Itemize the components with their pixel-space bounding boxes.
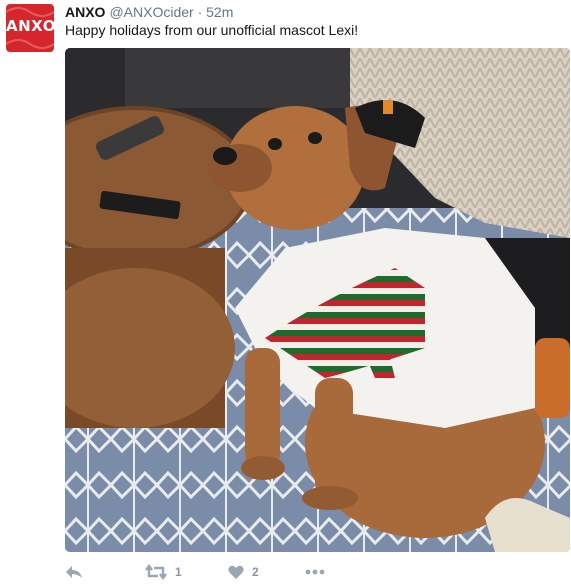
like-button[interactable]: 2 (228, 562, 259, 582)
tweet-header: ANXO @ANXOcider · 52m (65, 4, 233, 20)
like-count: 2 (252, 565, 259, 579)
more-options-button[interactable] (305, 562, 325, 582)
tweet-text: Happy holidays from our unofficial masco… (65, 22, 359, 38)
tweet-photo[interactable] (65, 48, 570, 552)
avatar[interactable]: ANXO (6, 4, 54, 52)
avatar-logo-text: ANXO (6, 17, 54, 35)
retweet-icon (145, 564, 167, 580)
display-name[interactable]: ANXO (65, 4, 105, 20)
reply-button[interactable] (65, 562, 83, 582)
retweet-button[interactable]: 1 (145, 562, 182, 582)
reply-icon (66, 566, 82, 578)
user-handle[interactable]: @ANXOcider (109, 4, 193, 20)
more-icon (305, 569, 325, 575)
tweet-actions: 1 2 (65, 562, 545, 586)
separator-dot: · (197, 4, 203, 20)
retweet-count: 1 (175, 565, 182, 579)
tweet-timestamp[interactable]: 52m (206, 4, 233, 20)
heart-icon (228, 565, 244, 579)
tweet-card: ANXO ANXO @ANXOcider · 52m Happy holidays… (0, 0, 571, 587)
photo-illustration (65, 48, 570, 552)
